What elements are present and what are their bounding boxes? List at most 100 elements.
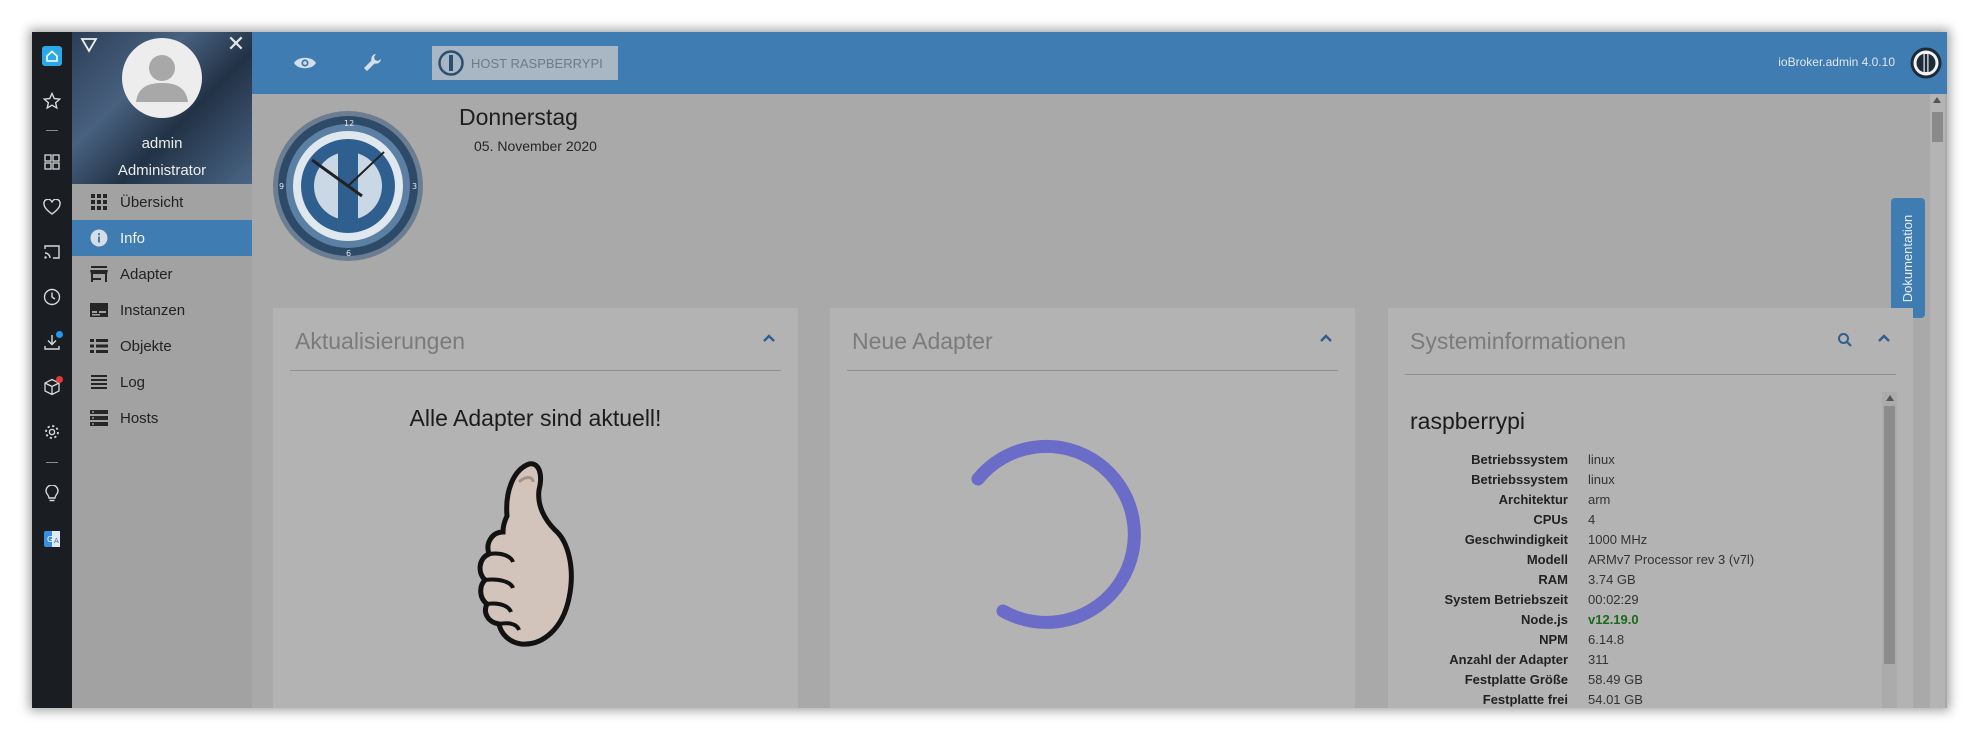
- system-info-row: CPUs 4: [1388, 512, 1893, 532]
- system-info-value: arm: [1588, 492, 1611, 507]
- menu-item-adapter[interactable]: Adapter: [72, 256, 252, 292]
- scroll-thumb[interactable]: [1932, 112, 1943, 142]
- system-info-value: ARMv7 Processor rev 3 (v7l): [1588, 552, 1755, 567]
- system-info-value: 58.49 GB: [1588, 672, 1643, 687]
- log-icon: [89, 373, 109, 391]
- system-info-row: Modell ARMv7 Processor rev 3 (v7l): [1388, 552, 1893, 572]
- system-info-value: v12.19.0: [1588, 612, 1639, 627]
- menu-item-label: Log: [120, 373, 146, 391]
- menu-item-uebersicht[interactable]: Übersicht: [72, 184, 252, 220]
- eye-icon[interactable]: [288, 46, 322, 80]
- lightbulb-icon[interactable]: [38, 480, 66, 508]
- menu-item-label: Instanzen: [120, 301, 186, 319]
- scroll-up-arrow[interactable]: [1886, 395, 1894, 401]
- system-info-value: linux: [1588, 452, 1615, 467]
- svg-text:12: 12: [344, 119, 354, 128]
- documentation-label: Dokumentation: [1900, 214, 1916, 302]
- avatar: [122, 38, 202, 118]
- updates-card: Aktualisierungen Alle Adapter sind aktue…: [273, 308, 798, 708]
- loading-spinner: [930, 428, 1170, 668]
- list-icon: [89, 337, 109, 355]
- card-divider: [847, 370, 1338, 371]
- system-info-row: Betriebssystem linux: [1388, 452, 1893, 472]
- system-info-row: Architektur arm: [1388, 492, 1893, 512]
- system-info-value: 4: [1588, 512, 1596, 527]
- cast-icon[interactable]: [38, 238, 66, 266]
- menu-item-objekte[interactable]: Objekte: [72, 328, 252, 364]
- system-info-row: Node.js v12.19.0: [1388, 612, 1893, 632]
- system-info-value: 54.01 GB: [1588, 692, 1643, 707]
- system-info-card: Systeminformationen raspberrypi Betriebs…: [1388, 308, 1913, 708]
- system-info-key: Anzahl der Adapter: [1449, 652, 1568, 667]
- translate-icon[interactable]: GA: [38, 525, 66, 553]
- grid-icon: [89, 193, 109, 211]
- instances-badge: [56, 376, 63, 383]
- icon-rail: GA: [32, 32, 72, 708]
- date-string: 05. November 2020: [474, 138, 597, 154]
- system-info-key: RAM: [1538, 572, 1568, 587]
- list-scrollbar[interactable]: [1882, 392, 1897, 708]
- close-icon[interactable]: ✕: [224, 32, 248, 56]
- app-window: GA ✕ admin Administrator Übersicht Info …: [32, 32, 1947, 708]
- system-info-key: Festplatte Größe: [1464, 672, 1568, 687]
- server-icon: [89, 409, 109, 427]
- star-icon[interactable]: [38, 87, 66, 115]
- menu-item-label: Hosts: [120, 409, 159, 427]
- system-info-value: 1000 MHz: [1588, 532, 1648, 547]
- dashboard-icon[interactable]: [38, 148, 66, 176]
- system-info-value: linux: [1588, 472, 1615, 487]
- instances-icon: [89, 301, 109, 319]
- clock-icon[interactable]: [38, 283, 66, 311]
- menu-item-instanzen[interactable]: Instanzen: [72, 292, 252, 328]
- system-info-key: Architektur: [1498, 492, 1568, 507]
- menu-item-info[interactable]: Info: [72, 220, 252, 256]
- documentation-button[interactable]: Dokumentation: [1891, 198, 1925, 318]
- main-menu: ✕ admin Administrator Übersicht Info Ada…: [72, 32, 252, 708]
- card-divider: [1405, 374, 1896, 375]
- system-info-row: Festplatte frei 54.01 GB: [1388, 692, 1893, 708]
- rail-separator: [46, 130, 58, 131]
- system-info-key: Modell: [1526, 552, 1568, 567]
- menu-item-label: Adapter: [120, 265, 173, 283]
- menu-item-hosts[interactable]: Hosts: [72, 400, 252, 436]
- scroll-thumb[interactable]: [1884, 406, 1895, 664]
- collapse-icon[interactable]: [1875, 330, 1893, 348]
- collapse-icon[interactable]: [760, 330, 778, 348]
- svg-text:6: 6: [346, 249, 351, 258]
- scroll-up-arrow[interactable]: [1933, 97, 1941, 103]
- host-button[interactable]: HOST RASPBERRYPI: [432, 46, 618, 80]
- card-divider: [290, 370, 781, 371]
- system-info-key: Geschwindigkeit: [1464, 532, 1568, 547]
- menu-item-label: Übersicht: [120, 193, 184, 211]
- menu-item-log[interactable]: Log: [72, 364, 252, 400]
- system-info-row: Anzahl der Adapter 311: [1388, 652, 1893, 672]
- system-info-list: raspberrypi Betriebssystem linux Betriebss…: [1388, 392, 1893, 708]
- system-info-key: Festplatte frei: [1482, 692, 1568, 707]
- system-info-key: Betriebssystem: [1471, 452, 1568, 467]
- clock-icon: 12 3 6 9: [272, 110, 424, 262]
- day-name: Donnerstag: [459, 104, 578, 130]
- store-icon: [89, 265, 109, 283]
- system-info-key: NPM: [1539, 632, 1568, 647]
- new-adapters-card: Neue Adapter: [830, 308, 1355, 708]
- system-info-value: 3.74 GB: [1588, 572, 1636, 587]
- system-info-key: Betriebssystem: [1471, 472, 1568, 487]
- menu-toggle-icon[interactable]: [80, 36, 98, 54]
- svg-text:A: A: [54, 537, 59, 545]
- user-name: admin: [141, 135, 183, 152]
- system-info-row: Festplatte Größe 58.49 GB: [1388, 672, 1893, 692]
- svg-text:3: 3: [412, 182, 417, 191]
- search-icon[interactable]: [1837, 332, 1853, 348]
- heart-icon[interactable]: [38, 193, 66, 221]
- card-title: Systeminformationen: [1410, 328, 1627, 354]
- collapse-icon[interactable]: [1317, 330, 1335, 348]
- download-icon[interactable]: [38, 328, 66, 356]
- box-icon[interactable]: [38, 373, 66, 401]
- home-icon[interactable]: [38, 42, 66, 70]
- rail-separator: [46, 462, 58, 463]
- system-info-row: System Betriebszeit 00:02:29: [1388, 592, 1893, 612]
- wrench-icon[interactable]: [356, 46, 390, 80]
- settings-icon[interactable]: [38, 418, 66, 446]
- system-info-value: 6.14.8: [1588, 632, 1625, 647]
- page-scrollbar[interactable]: [1930, 94, 1945, 708]
